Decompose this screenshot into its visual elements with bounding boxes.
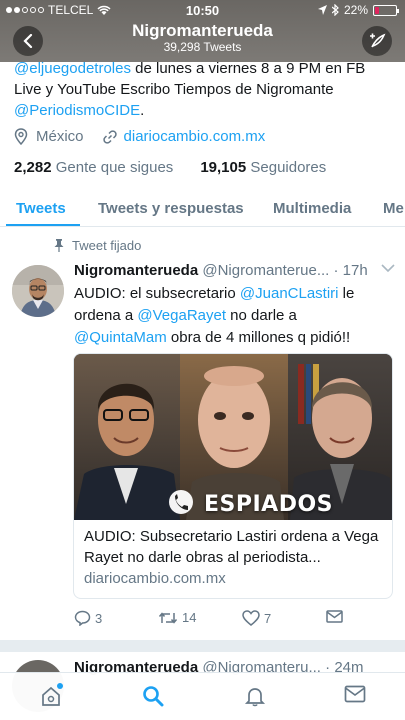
direct-message-button[interactable]: [326, 610, 343, 623]
tab-likes[interactable]: Me: [383, 200, 404, 217]
location-website-row: México diariocambio.com.mx: [14, 128, 265, 145]
bio-link-periodismocide[interactable]: @PeriodismoCIDE: [14, 102, 140, 119]
quill-plus-icon: [370, 33, 386, 48]
pinned-tweet-indicator: Tweet fijado: [54, 238, 141, 253]
retweet-icon: [158, 611, 178, 624]
retweet-button[interactable]: 14: [158, 610, 196, 625]
reply-button[interactable]: 3: [74, 610, 102, 626]
active-tab-indicator: [6, 224, 80, 226]
link-icon: [102, 129, 117, 144]
tweet-count: 39,298 Tweets: [163, 40, 242, 54]
location-arrow-icon: [317, 5, 327, 15]
avatar[interactable]: [12, 265, 64, 317]
tab-tweets-and-replies[interactable]: Tweets y respuestas: [98, 200, 244, 217]
pinned-label: Tweet fijado: [72, 238, 142, 253]
tweet-time: 17h: [342, 262, 368, 279]
follow-counts: 2,282 Gente que sigues 19,105 Seguidores: [14, 159, 326, 176]
location-pin-icon: [14, 128, 28, 145]
link-preview-card[interactable]: ESPIADOS AUDIO: Subsecretario Lastiri or…: [73, 353, 393, 599]
profile-tabs: Tweets Tweets y respuestas Multimedia Me: [0, 193, 405, 227]
card-domain: diariocambio.com.mx: [84, 570, 226, 587]
nav-messages[interactable]: [340, 685, 370, 711]
reply-icon: [74, 610, 91, 626]
envelope-icon: [326, 610, 343, 623]
like-button[interactable]: 7: [242, 610, 271, 626]
bottom-navigation: [0, 672, 405, 720]
website-link[interactable]: diariocambio.com.mx: [124, 128, 266, 145]
heart-icon: [242, 610, 260, 626]
retweet-count: 14: [182, 610, 197, 625]
profile-bio: @eljuegodetroles de lunes a viernes 8 a …: [14, 60, 366, 119]
bio-link-eljuegodetroles[interactable]: @eljuegodetroles: [14, 60, 131, 77]
tweet-author-handle[interactable]: @Nigromanterue...: [202, 262, 329, 279]
battery-percent: 22%: [343, 3, 368, 17]
followers-count[interactable]: 19,105 Seguidores: [200, 159, 326, 176]
tab-media[interactable]: Multimedia: [273, 200, 351, 217]
compose-tweet-button[interactable]: [362, 26, 392, 56]
card-image-caption: ESPIADOS: [204, 492, 334, 517]
mention-vegarayet[interactable]: @VegaRayet: [137, 307, 226, 324]
search-icon: [143, 686, 164, 707]
location-label: México: [36, 128, 84, 145]
following-count[interactable]: 2,282 Gente que sigues: [14, 159, 173, 176]
status-bar: TELCEL 10:50 22%: [0, 0, 405, 20]
new-tweets-dot: [57, 683, 63, 689]
card-image: ESPIADOS: [74, 354, 392, 520]
like-count: 7: [264, 610, 272, 626]
envelope-icon: [344, 685, 366, 703]
tweet-separator: [0, 640, 405, 652]
tweet-header: Nigromanterueda @Nigromanterue... · 17h: [74, 262, 368, 279]
nav-search[interactable]: [138, 685, 168, 711]
profile-name-title: Nigromanterueda: [132, 21, 273, 40]
reply-count: 3: [95, 610, 103, 626]
avatar-photo: [12, 265, 64, 317]
tweet-text: AUDIO: el subsecretario @JuanCLastiri le…: [74, 285, 355, 346]
tweet-author-name[interactable]: Nigromanterueda: [74, 262, 198, 279]
pin-icon: [54, 239, 64, 252]
tab-tweets[interactable]: Tweets: [16, 200, 66, 217]
bluetooth-icon: [331, 4, 339, 16]
chevron-down-icon[interactable]: [381, 264, 395, 273]
nav-home[interactable]: [36, 683, 66, 711]
battery-icon: [373, 4, 399, 16]
nav-notifications[interactable]: [240, 685, 270, 711]
tweet-actions: 3 14 7: [74, 610, 394, 632]
bell-icon: [244, 688, 266, 707]
mention-quintamam[interactable]: @QuintaMam: [74, 329, 167, 346]
profile-header: TELCEL 10:50 22% Nigromanterueda 39,298 …: [0, 0, 405, 62]
card-title: AUDIO: Subsecretario Lastiri ordena a Ve…: [84, 528, 379, 566]
mention-juanclastiri[interactable]: @JuanCLastiri: [240, 285, 339, 302]
